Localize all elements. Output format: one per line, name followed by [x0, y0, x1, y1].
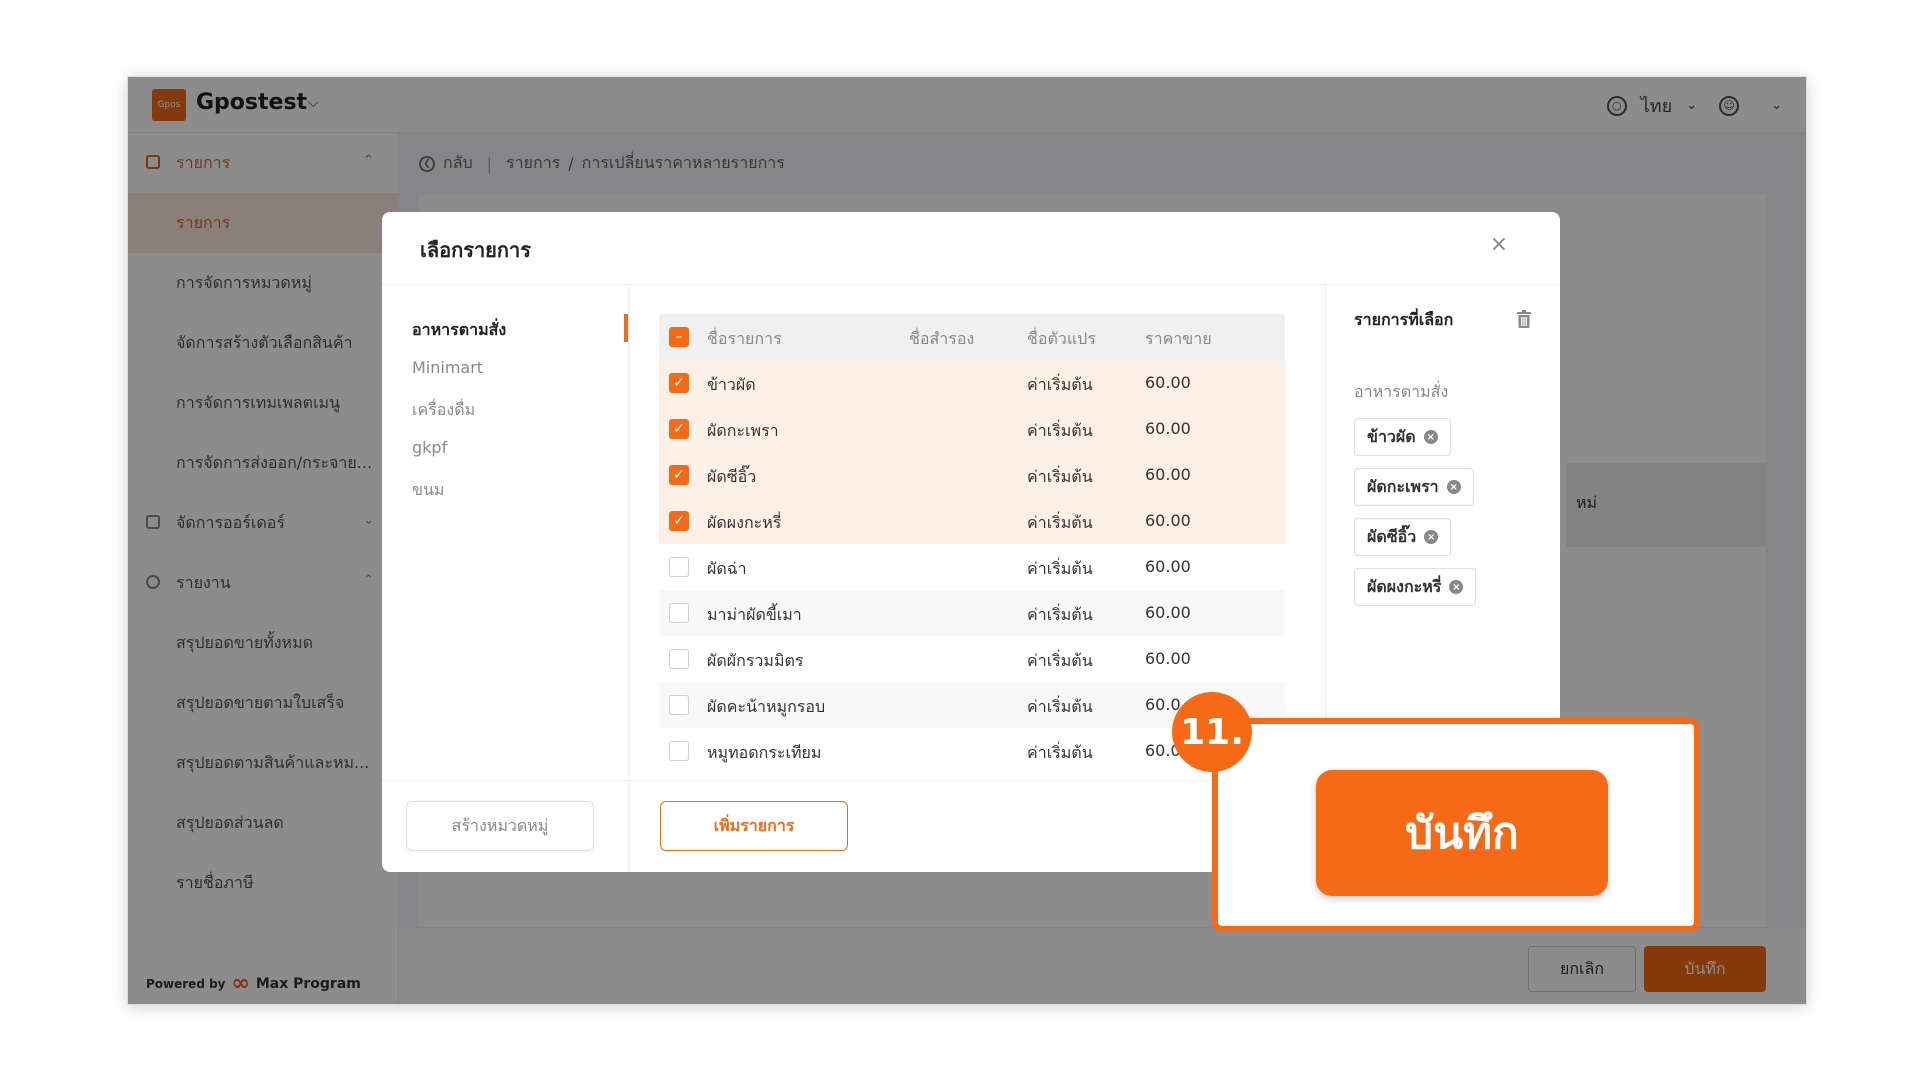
row-checkbox[interactable]	[669, 695, 689, 715]
table-row[interactable]: ✓ ผัดซีอิ๊ว ค่าเริ่มต้น 60.00	[659, 452, 1285, 498]
remove-tag-icon[interactable]: ×	[1449, 580, 1464, 594]
category-list: อาหารตามสั่ง Minimart เครื่องดื่ม gkpf ข…	[382, 284, 629, 780]
cell-name: หมูทอดกระเทียม	[707, 743, 822, 762]
column-header-name: ชื่อรายการ	[707, 329, 782, 348]
cell-variant: ค่าเริ่มต้น	[1027, 421, 1093, 440]
selected-items-panel: รายการที่เลือก อาหารตามสั่ง ข้าวผัด × ผัดก…	[1325, 284, 1560, 780]
cell-variant: ค่าเริ่มต้น	[1027, 375, 1093, 394]
cell-name: ผัดกะเพรา	[707, 421, 779, 440]
cell-variant: ค่าเริ่มต้น	[1027, 651, 1093, 670]
cell-variant: ค่าเริ่มต้น	[1027, 605, 1093, 624]
selected-tag-label: ข้าวผัด	[1367, 426, 1416, 446]
cell-variant: ค่าเริ่มต้น	[1027, 467, 1093, 486]
table-row[interactable]: ✓ ผัดผงกะหรี่ ค่าเริ่มต้น 60.00	[659, 498, 1285, 544]
cell-name: ข้าวผัด	[707, 375, 756, 394]
selected-tag: ข้าวผัด ×	[1354, 418, 1451, 456]
cell-name: ผัดคะน้าหมูกรอบ	[707, 697, 826, 716]
remove-tag-icon[interactable]: ×	[1446, 480, 1461, 494]
modal-header: เลือกรายการ ×	[382, 212, 1560, 285]
cell-price: 60.00	[1145, 511, 1191, 530]
modal-save-button[interactable]: บันทึก	[1316, 770, 1608, 896]
category-item[interactable]: gkpf	[412, 438, 447, 457]
row-checkbox[interactable]: ✓	[669, 373, 689, 393]
selected-tag-label: ผัดซีอิ๊ว	[1367, 526, 1417, 546]
cell-name: ผัดฉ่า	[707, 559, 747, 578]
selected-tag: ผัดกะเพรา ×	[1354, 468, 1474, 506]
add-item-button[interactable]: เพิ่มรายการ	[660, 801, 848, 851]
cell-variant: ค่าเริ่มต้น	[1027, 559, 1093, 578]
cell-price: 60.00	[1145, 603, 1191, 622]
selected-title: รายการที่เลือก	[1354, 310, 1454, 329]
row-checkbox[interactable]	[669, 741, 689, 761]
modal-title: เลือกรายการ	[420, 238, 531, 262]
table-row[interactable]: ผัดผักรวมมิตร ค่าเริ่มต้น 60.00	[659, 636, 1285, 682]
selected-tag: ผัดผงกะหรี่ ×	[1354, 568, 1477, 606]
category-item[interactable]: เครื่องดื่ม	[412, 398, 475, 423]
row-checkbox[interactable]: ✓	[669, 465, 689, 485]
cell-name: ผัดผักรวมมิตร	[707, 651, 804, 670]
row-checkbox[interactable]: ✓	[669, 419, 689, 439]
selected-tag-label: ผัดผงกะหรี่	[1367, 576, 1442, 596]
cell-price: 60.00	[1145, 465, 1191, 484]
table-row[interactable]: มาม่าผัดขี้เมา ค่าเริ่มต้น 60.00	[659, 590, 1285, 636]
column-header-alias: ชื่อสำรอง	[909, 329, 975, 348]
category-item[interactable]: Minimart	[412, 358, 483, 377]
highlight-callout: บันทึก	[1212, 718, 1700, 932]
column-header-variant: ชื่อตัวแปร	[1027, 329, 1096, 348]
close-icon[interactable]: ×	[1490, 232, 1508, 257]
column-header-price: ราคาขาย	[1145, 329, 1212, 348]
table-row[interactable]: ✓ ข้าวผัด ค่าเริ่มต้น 60.00	[659, 360, 1285, 406]
table-row[interactable]: ผัดฉ่า ค่าเริ่มต้น 60.00	[659, 544, 1285, 590]
table-header: – ชื่อรายการ ชื่อสำรอง ชื่อตัวแปร ราคาขา…	[659, 314, 1285, 360]
cell-price: 60.00	[1145, 419, 1191, 438]
selected-category-label: อาหารตามสั่ง	[1354, 382, 1449, 401]
category-item[interactable]: ขนม	[412, 478, 444, 503]
cell-name: มาม่าผัดขี้เมา	[707, 605, 802, 624]
category-item[interactable]: อาหารตามสั่ง	[412, 318, 506, 343]
row-checkbox[interactable]	[669, 649, 689, 669]
cell-variant: ค่าเริ่มต้น	[1027, 697, 1093, 716]
remove-tag-icon[interactable]: ×	[1424, 530, 1439, 544]
cell-price: 60.00	[1145, 649, 1191, 668]
row-checkbox[interactable]	[669, 557, 689, 577]
cell-price: 60.00	[1145, 373, 1191, 392]
cell-variant: ค่าเริ่มต้น	[1027, 743, 1093, 762]
table-row[interactable]: ✓ ผัดกะเพรา ค่าเริ่มต้น 60.00	[659, 406, 1285, 452]
remove-tag-icon[interactable]: ×	[1423, 430, 1438, 444]
selected-tag-label: ผัดกะเพรา	[1367, 476, 1439, 496]
selected-tag: ผัดซีอิ๊ว ×	[1354, 518, 1452, 556]
row-checkbox[interactable]	[669, 603, 689, 623]
trash-icon[interactable]	[1516, 310, 1532, 328]
create-category-button[interactable]: สร้างหมวดหมู่	[406, 801, 594, 851]
row-checkbox[interactable]: ✓	[669, 511, 689, 531]
footer-divider	[628, 781, 629, 872]
cell-variant: ค่าเริ่มต้น	[1027, 513, 1093, 532]
cell-price: 60.0	[1145, 695, 1181, 714]
active-category-indicator	[624, 314, 628, 342]
cell-name: ผัดผงกะหรี่	[707, 513, 782, 532]
step-badge: 11.	[1172, 692, 1252, 772]
select-all-checkbox[interactable]: –	[669, 327, 689, 347]
cell-price: 60.00	[1145, 557, 1191, 576]
cell-name: ผัดซีอิ๊ว	[707, 467, 757, 486]
